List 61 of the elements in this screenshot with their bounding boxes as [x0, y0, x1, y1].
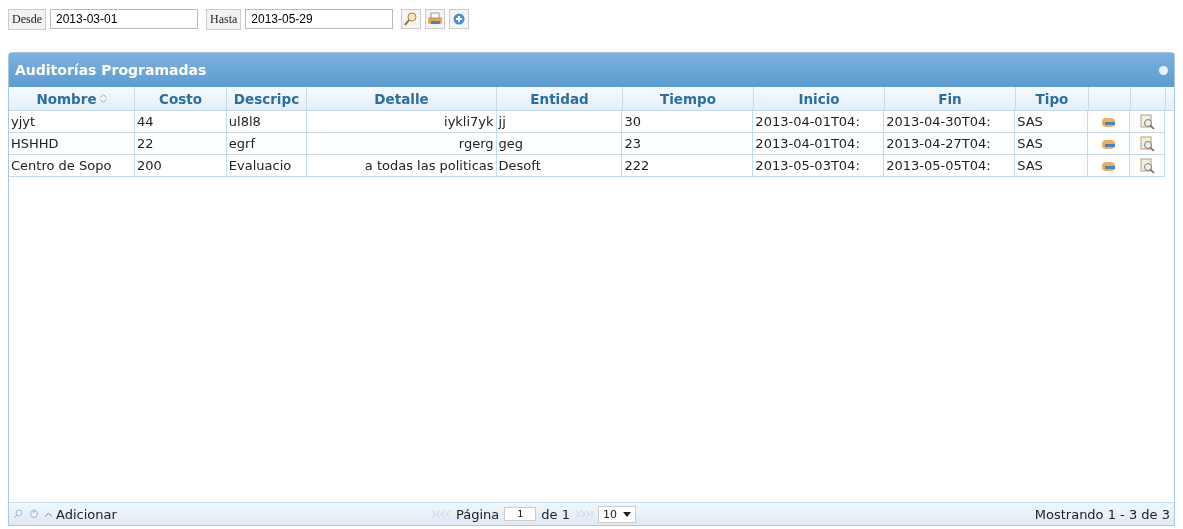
add-link[interactable]: Adicionar [45, 506, 117, 522]
table-cell: yjyt [9, 111, 135, 132]
magnifier-button[interactable] [401, 9, 422, 29]
print-button[interactable] [425, 9, 446, 29]
printer-icon [427, 12, 444, 26]
table-cell: SAS [1015, 111, 1089, 132]
search-icon[interactable] [13, 509, 23, 519]
table-cell: a todas las politicas [306, 155, 497, 176]
document-search-icon[interactable] [1139, 113, 1156, 130]
column-header[interactable]: Tipo [1016, 87, 1089, 110]
column-header[interactable]: Descripc [227, 87, 307, 110]
table-cell: Evaluacio [226, 155, 307, 176]
field-label: Hasta [206, 8, 242, 30]
table-cell: 2013-05-03T04: [753, 155, 885, 176]
column-header[interactable]: Nombre [9, 87, 135, 110]
table-cell: ul8l8 [226, 111, 307, 132]
table-cell: SAS [1015, 133, 1089, 154]
page-count: de 1 [541, 506, 570, 522]
column-header[interactable]: Fin [885, 87, 1016, 110]
table-cell: HSHHD [9, 133, 135, 154]
table-cell: rgerg [306, 133, 497, 154]
table-cell: Centro de Sopo [9, 155, 135, 176]
column-header[interactable]: Costo [135, 87, 227, 110]
table-cell: Desoft [496, 155, 623, 176]
table-cell: iykli7yk [306, 111, 497, 132]
field-label: Desde [8, 8, 46, 30]
column-header[interactable]: Inicio [754, 87, 885, 110]
table-cell: 2013-04-27T04: [884, 133, 1016, 154]
table-cell: egrf [226, 133, 307, 154]
collapse-icon[interactable] [1159, 65, 1168, 75]
table-cell: 200 [134, 155, 227, 176]
plus-circle-icon [453, 13, 466, 25]
table-cell: 44 [134, 111, 227, 132]
magnifier-icon [404, 12, 419, 26]
date-field[interactable]: 2013-03-01 [50, 9, 198, 29]
column-header[interactable]: Entidad [497, 87, 623, 110]
page-size-select[interactable]: 10 [597, 505, 636, 523]
caret-icon [45, 511, 52, 517]
table-cell: jj [496, 111, 623, 132]
column-header[interactable]: Tiempo [623, 87, 754, 110]
document-search-icon[interactable] [1139, 135, 1156, 152]
column-header[interactable]: Detalle [307, 87, 497, 110]
table-cell: 2013-04-01T04: [753, 133, 885, 154]
table-cell: 2013-04-30T04: [884, 111, 1016, 132]
table-cell: 30 [622, 111, 754, 132]
table-cell: 222 [622, 155, 754, 176]
dropdown-icon [622, 511, 631, 517]
table-cell: 2013-04-01T04: [753, 111, 885, 132]
document-search-icon[interactable] [1139, 157, 1156, 174]
table-cell: geg [496, 133, 623, 154]
table-cell: 2013-05-05T04: [884, 155, 1016, 176]
sort-icon [99, 94, 107, 103]
table-cell: SAS [1015, 155, 1089, 176]
date-field[interactable]: 2013-05-29 [245, 9, 394, 29]
add-button[interactable] [449, 9, 470, 29]
table-cell: 22 [134, 133, 227, 154]
page-label: Página [456, 506, 500, 522]
table-cell: 23 [622, 133, 754, 154]
record-count: Mostrando 1 - 3 de 3 [1034, 506, 1170, 522]
page-field[interactable]: 1 [504, 507, 537, 521]
grid-title: Auditorías Programadas [15, 62, 207, 78]
